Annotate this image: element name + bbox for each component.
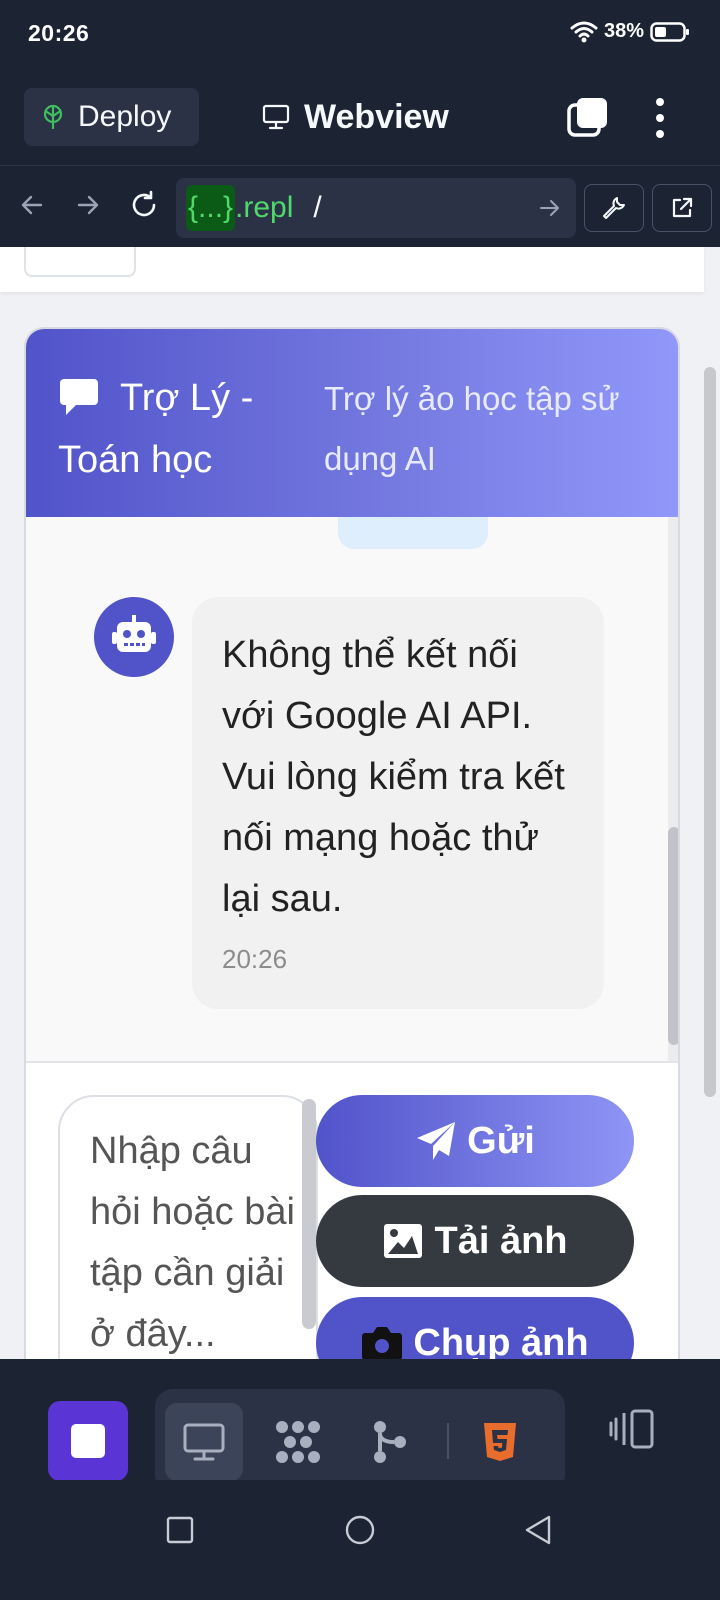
url-braces: {...} bbox=[186, 185, 236, 231]
send-label: Gửi bbox=[467, 1119, 535, 1162]
reload-button[interactable] bbox=[124, 185, 164, 225]
battery-percent: 38% bbox=[603, 20, 644, 42]
tab-git[interactable] bbox=[351, 1403, 429, 1481]
bot-message-time: 20:26 bbox=[222, 944, 288, 974]
wifi-icon bbox=[570, 21, 598, 42]
back-button[interactable] bbox=[12, 185, 52, 225]
app-bar: Deploy Webview bbox=[0, 68, 720, 166]
url-path: / bbox=[313, 191, 322, 224]
upload-image-button[interactable]: Tải ảnh bbox=[316, 1195, 634, 1287]
composer: Gửi Tải ảnh Chụp ảnh bbox=[26, 1065, 678, 1359]
status-right: 38% bbox=[570, 20, 690, 43]
bot-avatar bbox=[94, 597, 174, 677]
robot-icon bbox=[112, 615, 156, 652]
chat-subtitle: Trợ lý ảo học tập sử dụng AI bbox=[324, 380, 620, 477]
forward-button[interactable] bbox=[68, 185, 108, 225]
back-icon bbox=[525, 1515, 551, 1545]
stop-button[interactable] bbox=[48, 1401, 128, 1481]
home-icon bbox=[345, 1515, 375, 1545]
page-navbar bbox=[0, 247, 704, 292]
chat-card: Trợ Lý - Toán học Trợ lý ảo học tập sử d… bbox=[24, 327, 680, 1359]
take-photo-button[interactable]: Chụp ảnh bbox=[316, 1297, 634, 1359]
status-bar: 20:26 38% bbox=[0, 0, 720, 68]
forward-arrow-icon bbox=[77, 195, 99, 215]
tabs-icon bbox=[567, 98, 607, 137]
kebab-dot bbox=[656, 130, 664, 138]
system-nav-bar bbox=[0, 1480, 720, 1600]
camera-icon bbox=[362, 1327, 403, 1359]
navbar-toggle-button[interactable] bbox=[24, 247, 136, 277]
kebab-dot bbox=[656, 98, 664, 106]
devtools-button[interactable] bbox=[584, 184, 644, 232]
git-branch-icon bbox=[374, 1421, 406, 1463]
message-list[interactable]: Không thể kết nối với Google AI API. Vui… bbox=[26, 517, 678, 1063]
message-scrollbar-thumb[interactable] bbox=[668, 827, 678, 1045]
paper-plane-icon bbox=[417, 1122, 456, 1160]
kebab-menu-button[interactable] bbox=[646, 96, 674, 140]
bot-message: Không thể kết nối với Google AI API. Vui… bbox=[192, 597, 604, 1009]
message-scrollbar[interactable] bbox=[668, 517, 678, 1061]
chat-bubble-icon bbox=[60, 378, 98, 415]
tool-tab-group bbox=[155, 1389, 565, 1493]
chat-header: Trợ Lý - Toán học Trợ lý ảo học tập sử d… bbox=[26, 329, 678, 517]
status-time: 20:26 bbox=[28, 20, 90, 46]
open-new-tab-button[interactable] bbox=[652, 184, 712, 232]
tab-separator bbox=[447, 1423, 449, 1459]
image-icon bbox=[384, 1224, 423, 1258]
page-scrollbar[interactable] bbox=[704, 367, 716, 1097]
layout-panels-icon bbox=[609, 1409, 654, 1449]
tabs-button[interactable] bbox=[566, 96, 610, 140]
webview-label: Webview bbox=[304, 97, 449, 136]
tab-webview[interactable] bbox=[165, 1403, 243, 1481]
tab-html-file[interactable] bbox=[461, 1403, 539, 1481]
workflow-icon bbox=[276, 1421, 320, 1463]
webview-monitor-icon bbox=[183, 1423, 225, 1461]
webview-content: Trợ Lý - Toán học Trợ lý ảo học tập sử d… bbox=[0, 247, 720, 1359]
input-scrollbar[interactable] bbox=[302, 1099, 316, 1329]
html5-icon bbox=[484, 1423, 516, 1461]
deploy-button[interactable]: Deploy bbox=[24, 88, 199, 146]
recents-icon bbox=[166, 1516, 194, 1544]
url-bar: {...} .repl / bbox=[0, 167, 720, 247]
chat-title: Trợ Lý - Toán học bbox=[58, 367, 288, 491]
recents-button[interactable] bbox=[160, 1510, 200, 1550]
camera-label: Chụp ảnh bbox=[413, 1321, 589, 1360]
url-host: .repl bbox=[235, 191, 294, 224]
bot-message-text: Không thể kết nối với Google AI API. Vui… bbox=[222, 634, 565, 920]
question-input[interactable] bbox=[58, 1095, 318, 1359]
battery-icon bbox=[650, 21, 689, 42]
bottom-toolbar bbox=[0, 1359, 720, 1493]
monitor-icon bbox=[262, 104, 290, 130]
send-button[interactable]: Gửi bbox=[316, 1095, 634, 1187]
layout-button[interactable] bbox=[604, 1401, 660, 1457]
upload-label: Tải ảnh bbox=[434, 1219, 568, 1262]
go-arrow-icon[interactable] bbox=[538, 196, 562, 220]
deploy-icon bbox=[43, 104, 63, 130]
deploy-label: Deploy bbox=[78, 100, 172, 133]
reload-icon bbox=[132, 190, 156, 217]
webview-tab-title[interactable]: Webview bbox=[262, 88, 449, 146]
stop-icon bbox=[71, 1424, 105, 1458]
previous-user-message bbox=[338, 517, 488, 549]
tab-workflows[interactable] bbox=[259, 1403, 337, 1481]
kebab-dot bbox=[656, 114, 664, 122]
back-arrow-icon bbox=[21, 195, 43, 215]
wrench-icon bbox=[603, 197, 625, 219]
open-external-icon bbox=[672, 197, 693, 218]
back-nav-button[interactable] bbox=[518, 1510, 558, 1550]
url-field[interactable]: {...} .repl / bbox=[176, 178, 576, 238]
home-button[interactable] bbox=[340, 1510, 380, 1550]
